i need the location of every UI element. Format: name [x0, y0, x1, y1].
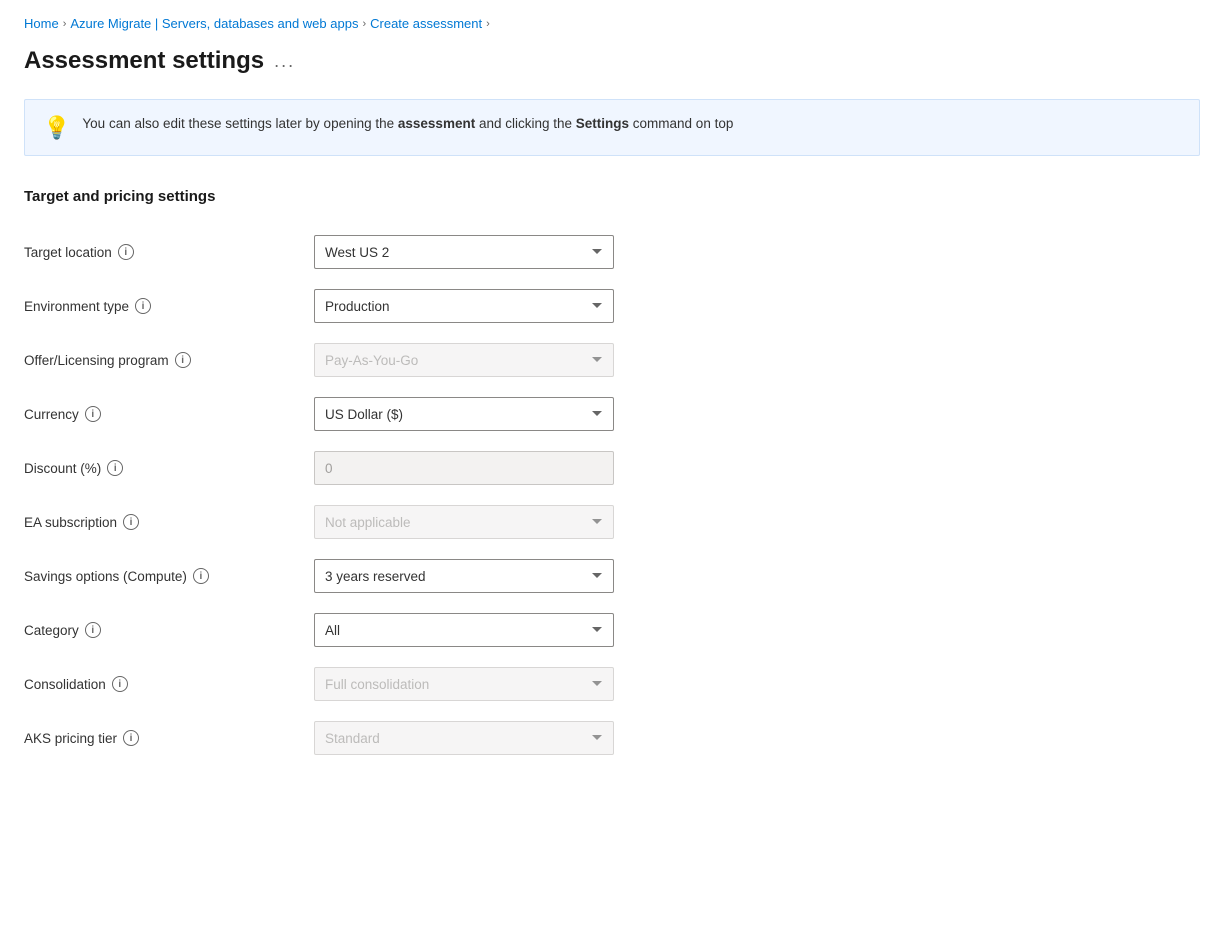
category-label: Category i [24, 603, 314, 657]
environment-type-select[interactable]: Production Dev/Test [314, 289, 614, 323]
breadcrumb: Home › Azure Migrate | Servers, database… [24, 16, 1200, 31]
ea-subscription-info-icon[interactable]: i [123, 514, 139, 530]
consolidation-info-icon[interactable]: i [112, 676, 128, 692]
currency-control: US Dollar ($) Euro (€) British Pound (£) [314, 387, 1200, 441]
discount-input [314, 451, 614, 485]
aks-pricing-tier-control: Standard Free [314, 711, 1200, 765]
currency-info-icon[interactable]: i [85, 406, 101, 422]
discount-label: Discount (%) i [24, 441, 314, 495]
breadcrumb-sep-2: › [362, 18, 366, 30]
info-banner-text: You can also edit these settings later b… [82, 114, 733, 134]
aks-pricing-tier-select: Standard Free [314, 721, 614, 755]
currency-select[interactable]: US Dollar ($) Euro (€) British Pound (£) [314, 397, 614, 431]
breadcrumb-sep-1: › [63, 18, 67, 30]
form-grid: Target location i West US 2 East US East… [24, 225, 1200, 765]
consolidation-select: Full consolidation [314, 667, 614, 701]
breadcrumb-azure-migrate[interactable]: Azure Migrate | Servers, databases and w… [70, 16, 358, 31]
offer-licensing-control: Pay-As-You-Go [314, 333, 1200, 387]
consolidation-control: Full consolidation [314, 657, 1200, 711]
environment-type-control: Production Dev/Test [314, 279, 1200, 333]
savings-options-control: 3 years reserved 1 year reserved Pay as … [314, 549, 1200, 603]
environment-type-label: Environment type i [24, 279, 314, 333]
target-location-select[interactable]: West US 2 East US East US 2 West US Cent… [314, 235, 614, 269]
offer-licensing-info-icon[interactable]: i [175, 352, 191, 368]
offer-licensing-select: Pay-As-You-Go [314, 343, 614, 377]
savings-options-info-icon[interactable]: i [193, 568, 209, 584]
page-title-row: Assessment settings ... [24, 47, 1200, 75]
target-location-label: Target location i [24, 225, 314, 279]
target-location-info-icon[interactable]: i [118, 244, 134, 260]
page-title-ellipsis[interactable]: ... [274, 51, 295, 72]
category-control: All Compute Storage Network [314, 603, 1200, 657]
ea-subscription-select: Not applicable [314, 505, 614, 539]
lightbulb-icon: 💡 [43, 115, 70, 141]
section-title: Target and pricing settings [24, 188, 1200, 205]
consolidation-label: Consolidation i [24, 657, 314, 711]
info-banner: 💡 You can also edit these settings later… [24, 99, 1200, 156]
aks-pricing-tier-info-icon[interactable]: i [123, 730, 139, 746]
breadcrumb-home[interactable]: Home [24, 16, 59, 31]
discount-control [314, 441, 1200, 495]
ea-subscription-control: Not applicable [314, 495, 1200, 549]
discount-info-icon[interactable]: i [107, 460, 123, 476]
offer-licensing-label: Offer/Licensing program i [24, 333, 314, 387]
category-info-icon[interactable]: i [85, 622, 101, 638]
category-select[interactable]: All Compute Storage Network [314, 613, 614, 647]
ea-subscription-label: EA subscription i [24, 495, 314, 549]
environment-type-info-icon[interactable]: i [135, 298, 151, 314]
breadcrumb-sep-3: › [486, 18, 490, 30]
aks-pricing-tier-label: AKS pricing tier i [24, 711, 314, 765]
breadcrumb-create-assessment[interactable]: Create assessment [370, 16, 482, 31]
page-title: Assessment settings [24, 47, 264, 75]
savings-options-label: Savings options (Compute) i [24, 549, 314, 603]
currency-label: Currency i [24, 387, 314, 441]
target-location-control: West US 2 East US East US 2 West US Cent… [314, 225, 1200, 279]
savings-options-select[interactable]: 3 years reserved 1 year reserved Pay as … [314, 559, 614, 593]
